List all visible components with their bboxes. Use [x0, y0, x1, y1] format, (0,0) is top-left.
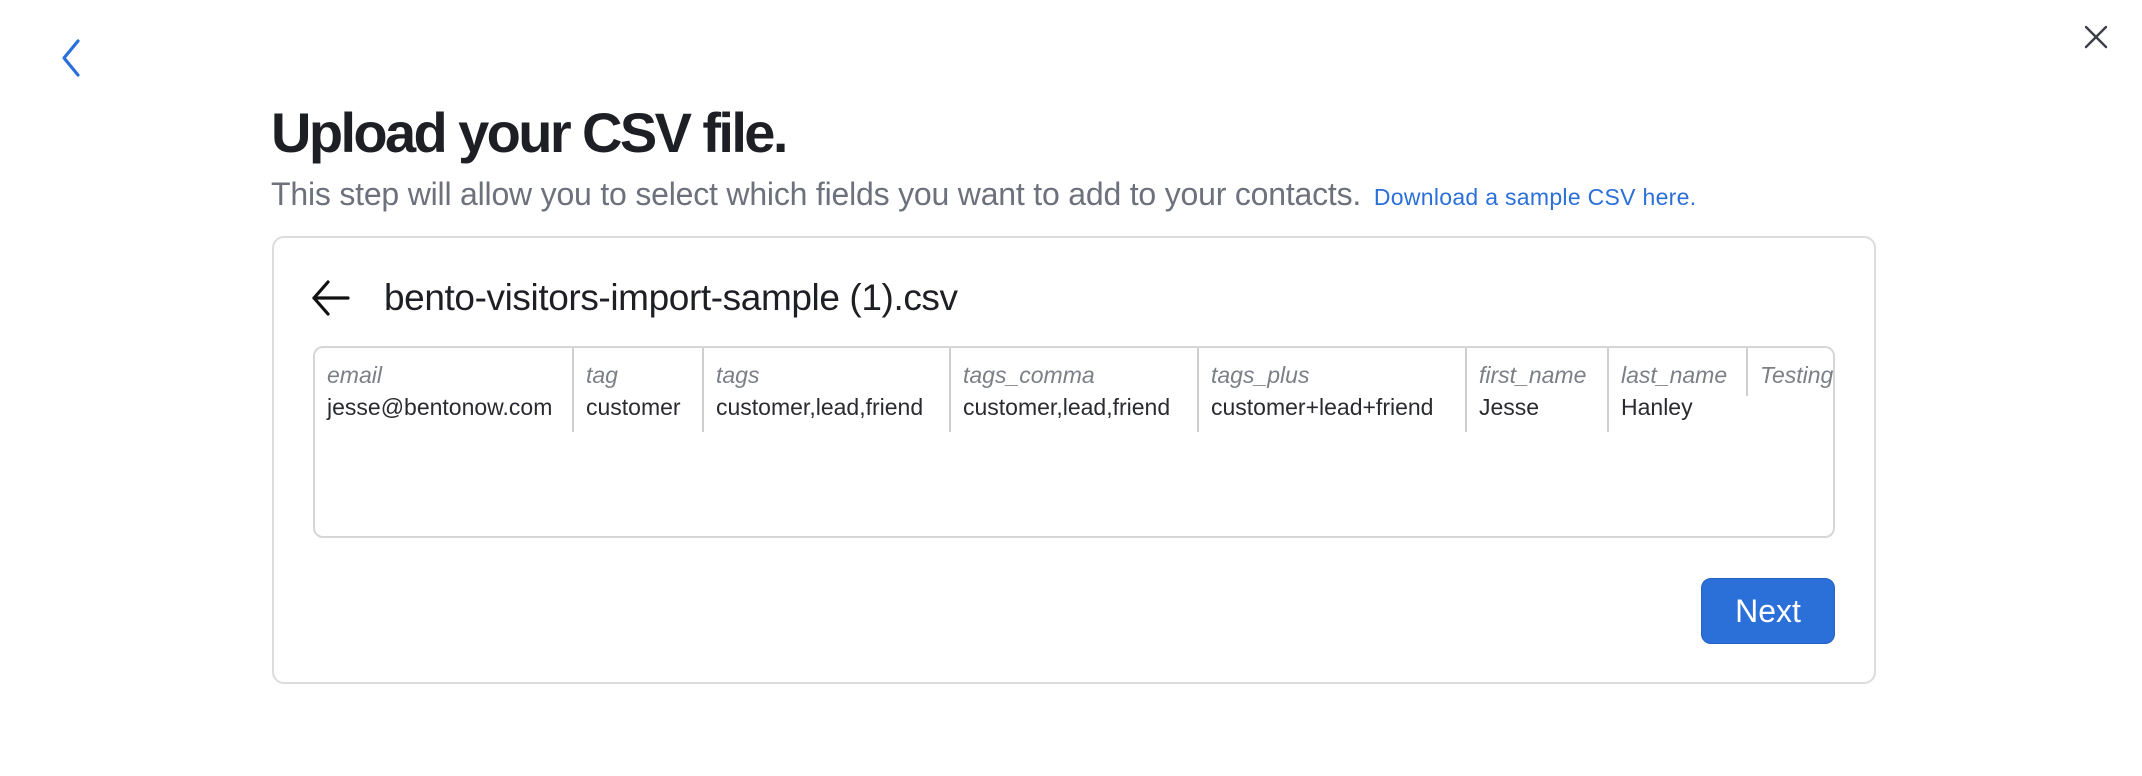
column-header: email — [327, 362, 382, 388]
file-header: bento-visitors-import-sample (1).csv — [310, 268, 958, 328]
column-header: tags_comma — [963, 362, 1095, 388]
csv-column: first_name Jesse — [1467, 348, 1609, 432]
csv-preview-table[interactable]: email jesse@bentonow.com tag customer ta… — [313, 346, 1835, 538]
column-value: customer — [586, 394, 681, 420]
column-value: Jesse — [1479, 394, 1540, 420]
csv-column: tag customer — [574, 348, 704, 432]
csv-column: tags_comma customer,lead,friend — [951, 348, 1199, 432]
column-header: last_name — [1621, 362, 1728, 388]
close-icon[interactable] — [2083, 24, 2109, 50]
page-subtitle: This step will allow you to select which… — [271, 174, 1696, 217]
csv-column: tags customer,lead,friend — [704, 348, 951, 432]
column-header: tags — [716, 362, 760, 388]
subtitle-text: This step will allow you to select which… — [271, 176, 1362, 212]
column-header: tags_plus — [1211, 362, 1310, 388]
upload-card: bento-visitors-import-sample (1).csv ema… — [272, 236, 1876, 684]
column-value: customer,lead,friend — [716, 394, 924, 420]
page-title: Upload your CSV file. — [271, 101, 788, 164]
column-value: Hanley — [1621, 394, 1693, 420]
column-header: first_name — [1479, 362, 1587, 388]
column-header: Testing — [1760, 362, 1834, 388]
download-sample-link[interactable]: Download a sample CSV here. — [1374, 184, 1697, 210]
csv-preview-row: email jesse@bentonow.com tag customer ta… — [315, 348, 1833, 432]
csv-column: Testing — [1748, 348, 1834, 432]
column-value — [1760, 390, 1833, 424]
column-value: customer,lead,friend — [963, 394, 1171, 420]
chevron-left-icon[interactable] — [58, 36, 86, 80]
arrow-left-icon[interactable] — [310, 277, 352, 319]
csv-column: last_name Hanley — [1609, 348, 1748, 420]
next-button[interactable]: Next — [1701, 578, 1835, 644]
column-value: customer+lead+friend — [1211, 394, 1434, 420]
column-header: tag — [586, 362, 618, 388]
column-value: jesse@bentonow.com — [327, 394, 553, 420]
csv-column: tags_plus customer+lead+friend — [1199, 348, 1467, 432]
csv-column: email jesse@bentonow.com — [315, 348, 574, 432]
file-name: bento-visitors-import-sample (1).csv — [384, 277, 958, 318]
